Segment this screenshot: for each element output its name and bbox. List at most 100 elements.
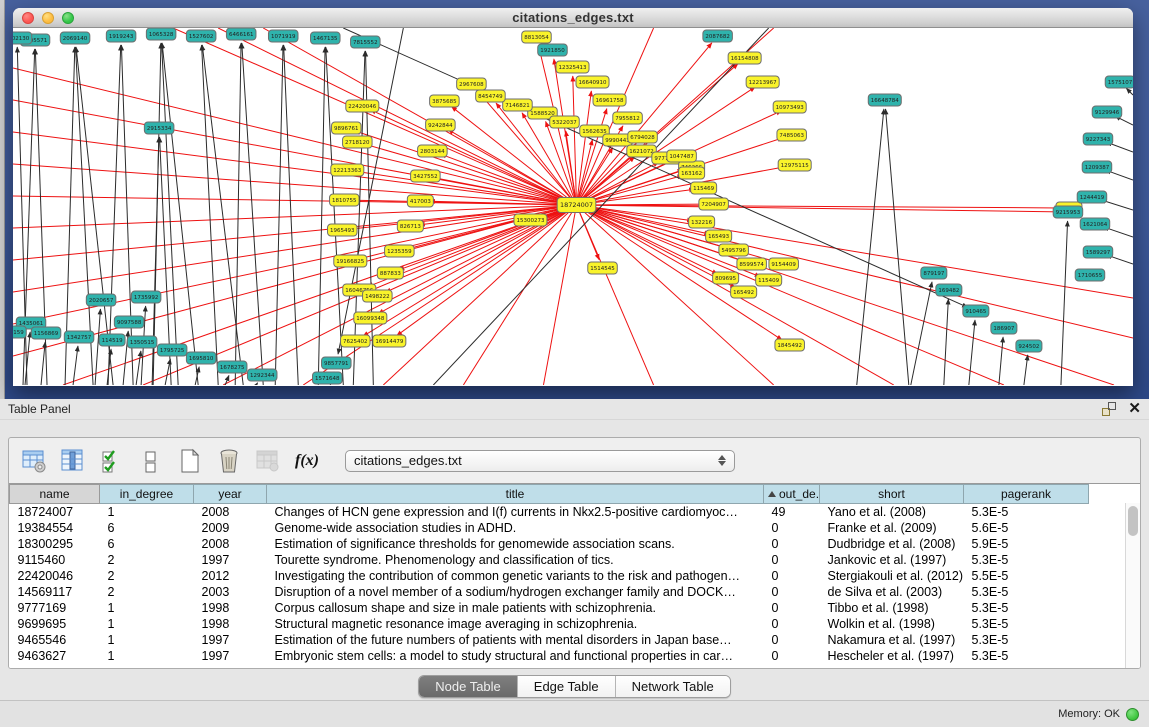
graph-node[interactable]: 132216 — [689, 216, 715, 228]
memory-status-icon[interactable] — [1126, 708, 1139, 721]
table-cell[interactable]: Structural magnetic resonance image aver… — [267, 616, 764, 632]
table-cell[interactable]: 5.3E-5 — [964, 648, 1089, 664]
table-cell[interactable]: 18300295 — [10, 536, 100, 552]
graph-node[interactable]: 9227343 — [1083, 133, 1113, 145]
network-canvas[interactable]: 2242004698967612718120122133631810755196… — [13, 28, 1133, 385]
graph-node[interactable]: 16648784 — [868, 94, 901, 106]
graph-node[interactable]: 5495796 — [719, 244, 749, 256]
table-cell[interactable]: Embryonic stem cells: a model to study s… — [267, 648, 764, 664]
table-cell[interactable]: 2008 — [194, 536, 267, 552]
graph-node[interactable]: 9129946 — [1092, 106, 1122, 118]
graph-node[interactable]: 1621064 — [1080, 218, 1110, 230]
column-header-pagerank[interactable]: pagerank — [964, 485, 1089, 504]
delete-icon[interactable] — [214, 446, 244, 476]
float-panel-icon[interactable] — [1102, 402, 1116, 416]
table-cell[interactable]: 19384554 — [10, 520, 100, 536]
table-cell[interactable]: 14569117 — [10, 584, 100, 600]
table-cell[interactable]: 0 — [764, 536, 820, 552]
graph-node[interactable]: 165492 — [731, 286, 757, 298]
graph-node[interactable]: 9215953 — [1053, 206, 1083, 218]
graph-node[interactable]: 809695 — [713, 272, 739, 284]
table-cell[interactable]: 2 — [100, 584, 194, 600]
graph-node[interactable]: 18724007 — [557, 198, 596, 213]
table-cell[interactable]: Franke et al. (2009) — [820, 520, 964, 536]
table-cell[interactable]: Stergiakouli et al. (2012) — [820, 568, 964, 584]
zoom-window-button[interactable] — [62, 12, 74, 24]
table-cell[interactable]: 1997 — [194, 648, 267, 664]
table-cell[interactable]: Tibbo et al. (1998) — [820, 600, 964, 616]
table-cell[interactable]: 22420046 — [10, 568, 100, 584]
graph-node[interactable]: 2020657 — [86, 294, 116, 306]
graph-node[interactable]: 163162 — [679, 167, 705, 179]
graph-node[interactable]: 1156869 — [31, 327, 61, 339]
graph-node[interactable]: 165493 — [706, 230, 732, 242]
scrollbar-thumb[interactable] — [1128, 506, 1138, 536]
select-all-icon[interactable] — [97, 446, 127, 476]
graph-node[interactable]: 10973493 — [773, 101, 806, 113]
table-cell[interactable]: 0 — [764, 584, 820, 600]
graph-node[interactable]: 39159 — [13, 326, 26, 338]
graph-node[interactable]: 1571648 — [313, 372, 343, 384]
graph-node[interactable]: 417003 — [407, 195, 433, 207]
graph-node[interactable]: 1735992 — [131, 291, 161, 303]
table-cell[interactable]: 6 — [100, 520, 194, 536]
column-header-short[interactable]: short — [820, 485, 964, 504]
graph-node[interactable]: 169482 — [936, 284, 962, 296]
table-cell[interactable]: Estimation of the future numbers of pati… — [267, 632, 764, 648]
graph-node[interactable]: 1527602 — [186, 30, 216, 42]
graph-node[interactable]: 2069140 — [60, 32, 90, 44]
table-cell[interactable]: 49 — [764, 504, 820, 520]
graph-node[interactable]: 2087682 — [703, 30, 733, 42]
table-selector-dropdown[interactable]: citations_edges.txt — [345, 450, 735, 472]
table-cell[interactable]: 0 — [764, 568, 820, 584]
graph-node[interactable]: 3427552 — [411, 170, 441, 182]
graph-node[interactable]: 924502 — [1016, 340, 1042, 352]
graph-node[interactable]: 7625402 — [341, 335, 371, 347]
table-row[interactable]: 977716911998Corpus callosum shape and si… — [10, 600, 1089, 616]
column-header-title[interactable]: title — [267, 485, 764, 504]
table-cell[interactable]: Nakamura et al. (1997) — [820, 632, 964, 648]
close-panel-icon[interactable]: ✕ — [1128, 402, 1141, 416]
graph-node[interactable]: 15300273 — [514, 214, 547, 226]
table-cell[interactable]: 1 — [100, 616, 194, 632]
graph-node[interactable]: 16914479 — [373, 335, 406, 347]
graph-node[interactable]: 9097588 — [114, 316, 144, 328]
table-cell[interactable]: 2008 — [194, 504, 267, 520]
table-cell[interactable]: 0 — [764, 648, 820, 664]
table-cell[interactable]: 1 — [100, 600, 194, 616]
tab-edge-table[interactable]: Edge Table — [518, 676, 616, 697]
table-cell[interactable]: Corpus callosum shape and size in male p… — [267, 600, 764, 616]
table-cell[interactable]: 9115460 — [10, 552, 100, 568]
graph-node[interactable]: 9154409 — [769, 258, 799, 270]
table-cell[interactable]: Disruption of a novel member of a sodium… — [267, 584, 764, 600]
table-cell[interactable]: Investigating the contribution of common… — [267, 568, 764, 584]
table-cell[interactable]: 6 — [100, 536, 194, 552]
graph-node[interactable]: 1965493 — [328, 224, 358, 236]
graph-node[interactable]: 12975115 — [778, 159, 811, 171]
graph-node[interactable]: 16099348 — [354, 312, 387, 324]
graph-node[interactable]: 1919243 — [106, 30, 136, 42]
graph-node[interactable]: 1845492 — [775, 339, 805, 351]
graph-node[interactable]: 9242844 — [426, 119, 456, 131]
graph-node[interactable]: 2718120 — [343, 136, 373, 148]
table-row[interactable]: 1456911722003Disruption of a novel membe… — [10, 584, 1089, 600]
graph-node[interactable]: 115469 — [691, 182, 717, 194]
network-window-titlebar[interactable]: citations_edges.txt — [13, 8, 1133, 28]
new-column-icon[interactable] — [175, 446, 205, 476]
graph-node[interactable]: 16154808 — [728, 52, 761, 64]
table-cell[interactable]: 1 — [100, 504, 194, 520]
table-cell[interactable]: 1998 — [194, 616, 267, 632]
unselect-all-icon[interactable] — [136, 446, 166, 476]
table-cell[interactable]: 1997 — [194, 632, 267, 648]
graph-node[interactable]: 1209387 — [1082, 161, 1112, 173]
table-cell[interactable]: Dudbridge et al. (2008) — [820, 536, 964, 552]
graph-node[interactable]: 887833 — [377, 267, 403, 279]
table-cell[interactable]: 0 — [764, 552, 820, 568]
graph-node[interactable]: 7955812 — [613, 112, 643, 124]
table-row[interactable]: 1830029562008Estimation of significance … — [10, 536, 1089, 552]
table-row[interactable]: 2242004622012Investigating the contribut… — [10, 568, 1089, 584]
graph-node[interactable]: 826713 — [397, 220, 423, 232]
close-window-button[interactable] — [22, 12, 34, 24]
table-cell[interactable]: 1997 — [194, 552, 267, 568]
graph-node[interactable]: 2915334 — [144, 122, 174, 134]
